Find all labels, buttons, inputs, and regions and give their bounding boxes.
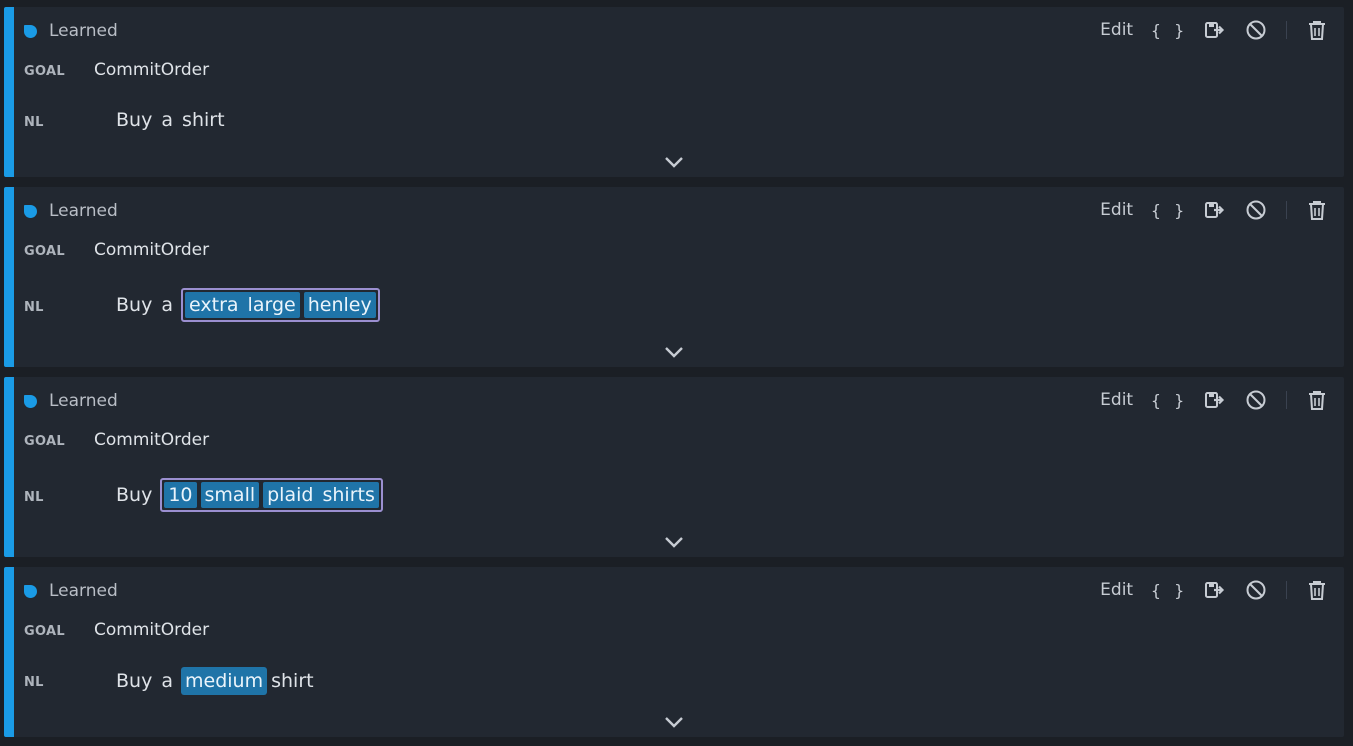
- slot-group[interactable]: 10 small plaid shirts: [160, 478, 383, 512]
- chevron-down-icon[interactable]: [664, 345, 684, 359]
- ban-icon[interactable]: [1245, 389, 1267, 411]
- trash-icon[interactable]: [1306, 389, 1328, 411]
- nl-utterance: Buy 10 small plaid shirts: [116, 478, 383, 512]
- action-divider: [1286, 581, 1287, 599]
- goal-label: GOAL: [24, 624, 65, 639]
- action-divider: [1286, 21, 1287, 39]
- edit-button[interactable]: Edit: [1100, 20, 1133, 40]
- goal-label: GOAL: [24, 64, 65, 79]
- action-divider: [1286, 391, 1287, 409]
- card-actions: Edit { }: [1100, 389, 1328, 411]
- nl-text: Buy a: [116, 670, 174, 692]
- nl-text: Buy a shirt: [116, 109, 225, 131]
- training-examples-list: Learned Edit { } GOAL CommitOrder NL Buy…: [0, 0, 1353, 746]
- slot-token[interactable]: 10: [164, 482, 197, 508]
- example-card[interactable]: Learned Edit { } GOAL CommitOrder NL Buy…: [4, 187, 1344, 367]
- slot-token[interactable]: small: [200, 482, 260, 508]
- nl-utterance: Buy a shirt: [116, 109, 225, 131]
- learned-status-icon: [24, 24, 37, 38]
- nl-label: NL: [24, 115, 44, 130]
- slot-token[interactable]: medium: [181, 667, 268, 695]
- status-label: Learned: [49, 21, 118, 41]
- export-icon[interactable]: [1204, 19, 1226, 41]
- status-indicator: Learned: [24, 581, 118, 601]
- trash-icon[interactable]: [1306, 19, 1328, 41]
- status-indicator: Learned: [24, 391, 118, 411]
- json-view-button[interactable]: { }: [1151, 21, 1186, 40]
- nl-text: Buy: [116, 484, 153, 506]
- card-actions: Edit { }: [1100, 19, 1328, 41]
- edit-button[interactable]: Edit: [1100, 200, 1133, 220]
- export-icon[interactable]: [1204, 389, 1226, 411]
- learned-status-icon: [24, 204, 37, 218]
- card-actions: Edit { }: [1100, 579, 1328, 601]
- chevron-down-icon[interactable]: [664, 715, 684, 729]
- nl-utterance: Buy a extra large henley: [116, 288, 380, 322]
- nl-text: Buy a: [116, 294, 174, 316]
- edit-button[interactable]: Edit: [1100, 580, 1133, 600]
- learned-status-icon: [24, 584, 37, 598]
- example-card[interactable]: Learned Edit { } GOAL CommitOrder NL Buy…: [4, 377, 1344, 557]
- nl-utterance: Buy a medium shirt: [116, 667, 314, 695]
- slot-token[interactable]: henley: [303, 292, 376, 318]
- goal-value: CommitOrder: [94, 430, 210, 450]
- slot-token[interactable]: plaid shirts: [263, 482, 379, 508]
- card-actions: Edit { }: [1100, 199, 1328, 221]
- ban-icon[interactable]: [1245, 19, 1267, 41]
- chevron-down-icon[interactable]: [664, 535, 684, 549]
- status-indicator: Learned: [24, 201, 118, 221]
- goal-label: GOAL: [24, 434, 65, 449]
- edit-button[interactable]: Edit: [1100, 390, 1133, 410]
- status-label: Learned: [49, 391, 118, 411]
- status-label: Learned: [49, 201, 118, 221]
- status-indicator: Learned: [24, 21, 118, 41]
- export-icon[interactable]: [1204, 199, 1226, 221]
- trash-icon[interactable]: [1306, 579, 1328, 601]
- goal-value: CommitOrder: [94, 620, 210, 640]
- json-view-button[interactable]: { }: [1151, 391, 1186, 410]
- nl-text-suffix: shirt: [271, 670, 314, 692]
- json-view-button[interactable]: { }: [1151, 201, 1186, 220]
- ban-icon[interactable]: [1245, 579, 1267, 601]
- action-divider: [1286, 201, 1287, 219]
- chevron-down-icon[interactable]: [664, 155, 684, 169]
- ban-icon[interactable]: [1245, 199, 1267, 221]
- example-card[interactable]: Learned Edit { } GOAL CommitOrder NL Buy…: [4, 7, 1344, 177]
- goal-label: GOAL: [24, 244, 65, 259]
- slot-token[interactable]: extra large: [185, 292, 300, 318]
- goal-value: CommitOrder: [94, 60, 210, 80]
- trash-icon[interactable]: [1306, 199, 1328, 221]
- status-label: Learned: [49, 581, 118, 601]
- nl-label: NL: [24, 300, 44, 315]
- export-icon[interactable]: [1204, 579, 1226, 601]
- goal-value: CommitOrder: [94, 240, 210, 260]
- learned-status-icon: [24, 394, 37, 408]
- nl-label: NL: [24, 490, 44, 505]
- nl-label: NL: [24, 675, 44, 690]
- json-view-button[interactable]: { }: [1151, 581, 1186, 600]
- slot-group[interactable]: extra large henley: [181, 288, 380, 322]
- example-card[interactable]: Learned Edit { } GOAL CommitOrder NL Buy…: [4, 567, 1344, 737]
